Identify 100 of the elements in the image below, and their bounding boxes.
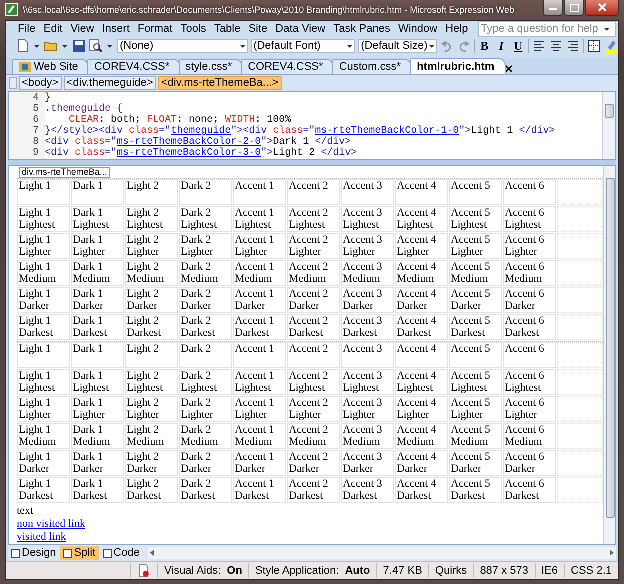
table-cell: Accent 2 Darker — [287, 450, 340, 476]
table-cell: Accent 3 Lightest — [341, 206, 394, 232]
table-cell: Light 1 — [17, 342, 70, 368]
table-cell: Accent 4 Lighter — [395, 396, 448, 422]
style-dropdown[interactable]: (None) — [117, 39, 248, 53]
bold-button[interactable]: B — [478, 38, 492, 54]
table-cell: Dark 1 Lightest — [71, 369, 124, 395]
tag-label: div.ms-rteThemeBa... — [19, 167, 110, 178]
table-cell: Accent 1 Lighter — [233, 396, 286, 422]
table-cell: Accent 1 Lighter — [233, 233, 286, 259]
document-tab[interactable]: Web Site — [12, 59, 90, 74]
table-cell: Accent 2 — [287, 179, 340, 205]
code-line: <div class="ms-rteThemeBackColor-3-0">Light 2 </div> — [45, 148, 358, 159]
table-cell: Accent 4 Lighter — [395, 233, 448, 259]
visual-aids-label: Visual Aids: — [164, 564, 222, 576]
document-tab[interactable]: htmlrubric.htm — [410, 58, 506, 74]
style-application-value[interactable]: Auto — [345, 564, 370, 576]
table-cell: Light 1 Darkest — [17, 314, 70, 340]
menu-item[interactable]: Edit — [40, 23, 67, 35]
table-cell: Accent 5 Medium — [449, 423, 502, 449]
table-cell: Dark 1 Medium — [71, 260, 124, 286]
table-cell: Dark 1 Darker — [71, 287, 124, 313]
body-text: text — [17, 505, 34, 517]
table-cell: Accent 5 Darkest — [449, 477, 502, 503]
table-cell: Light 2 Lighter — [125, 396, 178, 422]
italic-button[interactable]: I — [494, 38, 508, 54]
document-tab[interactable]: style.css* — [178, 59, 244, 74]
document-tab[interactable]: COREV4.CSS* — [241, 59, 334, 74]
visual-aids-value[interactable]: On — [227, 564, 242, 576]
table-cell: Dark 2 Darker — [179, 450, 232, 476]
menu-item[interactable]: Insert — [98, 23, 134, 35]
table-cell: Accent 4 Medium — [395, 423, 448, 449]
table-cell: Dark 2 Darkest — [179, 314, 232, 340]
browser-compat[interactable]: IE6 — [542, 564, 558, 576]
table-cell: Light 2 Darker — [125, 287, 178, 313]
table-cell: Light 1 Lighter — [17, 233, 70, 259]
view-tab[interactable]: Code — [100, 546, 143, 560]
table-cell: Accent 2 Medium — [287, 423, 340, 449]
table-cell: Dark 1 — [71, 179, 124, 205]
table-cell: Light 1 Medium — [17, 260, 70, 286]
font-dropdown[interactable]: (Default Font) — [250, 39, 356, 53]
menu-item[interactable]: Task Panes — [330, 23, 394, 35]
table-cell: Light 1 Lighter — [17, 396, 70, 422]
table-cell: Accent 6 Medium — [503, 423, 556, 449]
view-tab[interactable]: Split — [60, 546, 99, 560]
table-cell: Light 2 Darkest — [125, 314, 178, 340]
table-cell: Accent 4 Darker — [395, 450, 448, 476]
breadcrumb-tag[interactable]: <div.themeguide> — [64, 76, 156, 90]
table-cell: Accent 3 Darkest — [341, 477, 394, 503]
table-cell: Light 2 Medium — [125, 423, 178, 449]
breadcrumb-tag[interactable]: <div.ms-rteThemeBa...> — [158, 76, 282, 90]
css-version[interactable]: CSS 2.1 — [571, 564, 612, 576]
table-cell: Accent 4 Darkest — [395, 314, 448, 340]
table-cell: Accent 6 Darkest — [503, 477, 556, 503]
page-dimensions[interactable]: 887 x 573 — [480, 564, 529, 576]
table-cell: Light 2 Lightest — [125, 206, 178, 232]
underline-button[interactable]: U — [511, 38, 526, 54]
table-cell: Dark 2 Lighter — [179, 396, 232, 422]
text-link[interactable]: non visited link — [17, 518, 86, 531]
view-tab[interactable]: Design — [8, 546, 60, 560]
table-cell: Light 1 Medium — [17, 423, 70, 449]
table-cell: Accent 1 Darkest — [233, 477, 286, 503]
table-cell: Accent 4 Lightest — [395, 206, 448, 232]
table-cell: Dark 2 — [179, 179, 232, 205]
help-search-field[interactable]: Type a question for help — [478, 21, 616, 37]
text-link[interactable]: visited link — [17, 531, 66, 544]
table-cell: Accent 6 Lighter — [503, 396, 556, 422]
breadcrumb-tag[interactable]: <body> — [19, 76, 62, 90]
menu-item[interactable]: Format — [134, 23, 177, 35]
menu-item[interactable]: Help — [442, 23, 472, 35]
table-cell: Accent 2 Lightest — [287, 369, 340, 395]
table-cell: Accent 3 Darkest — [341, 314, 394, 340]
document-tab[interactable]: COREV4.CSS* — [87, 59, 181, 74]
table-cell: Dark 2 Darker — [179, 287, 232, 313]
table-cell: Accent 1 Medium — [233, 423, 286, 449]
menu-item[interactable]: Table — [210, 23, 245, 35]
table-cell: Light 2 — [125, 342, 178, 368]
table-cell: Dark 2 Lighter — [179, 233, 232, 259]
table-cell: Accent 1 Darkest — [233, 314, 286, 340]
document-tab[interactable]: Custom.css* — [332, 59, 412, 74]
table-cell: Accent 1 Medium — [233, 260, 286, 286]
menu-item[interactable]: Site — [244, 23, 272, 35]
table-cell: Accent 3 Darker — [341, 287, 394, 313]
table-cell: Accent 6 — [503, 179, 556, 205]
menu-item[interactable]: Tools — [176, 23, 210, 35]
menu-item[interactable]: Data View — [272, 23, 330, 35]
menu-item[interactable]: View — [66, 23, 98, 35]
table-cell: Accent 6 Lighter — [503, 233, 556, 259]
menu-item[interactable]: Window — [394, 23, 442, 35]
code-line: }</style><div class="themeguide"><div class="ms-rteThemeBackColor-1-0">Light 1 </div> — [45, 126, 556, 137]
table-cell: Light 2 Darker — [125, 450, 178, 476]
table-cell: Accent 4 Darkest — [395, 477, 448, 503]
window-title: \\6sc.local\6sc-dfs\home\eric.schrader\Documents\Clients\Poway\2010 Branding\htmlrubric.htm - Microsoft Expression Web — [23, 5, 516, 15]
doctype-mode[interactable]: Quirks — [435, 564, 468, 576]
table-cell: Accent 1 Lightest — [233, 206, 286, 232]
table-cell: Accent 3 Lighter — [341, 233, 394, 259]
table-cell: Accent 5 Medium — [449, 260, 502, 286]
menu-item[interactable]: File — [14, 23, 40, 35]
table-cell: Dark 1 Darkest — [71, 477, 124, 503]
font-size-dropdown[interactable]: (Default Size) — [358, 39, 437, 53]
